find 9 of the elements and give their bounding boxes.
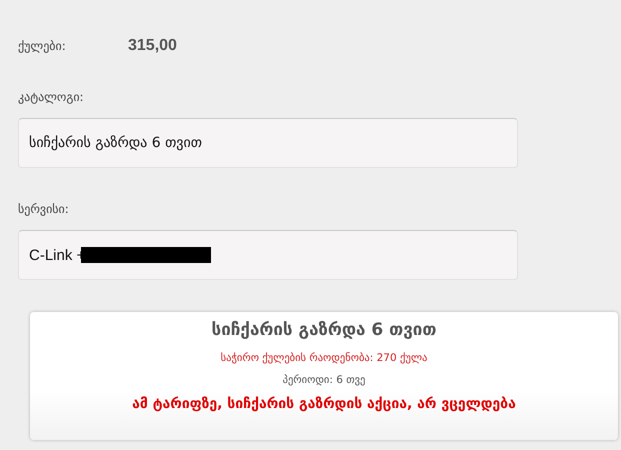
warning-text: ამ ტარიფზე, სიჩქარის გაზრდის აქცია, არ ვცელდება bbox=[132, 396, 516, 412]
catalog-field[interactable]: სიჩქარის გაზრდა 6 თვით bbox=[18, 118, 518, 168]
period-text: პერიოდი: 6 თვე bbox=[282, 374, 366, 386]
catalog-label: კატალოგი: bbox=[18, 90, 84, 104]
points-label: ქულები: bbox=[18, 39, 67, 53]
offer-title: სიჩქარის გაზრდა 6 თვით bbox=[212, 319, 436, 342]
required-points-text: საჭირო ქულების რაოდენობა: 270 ქულა bbox=[220, 352, 428, 364]
points-value: 315,00 bbox=[128, 37, 177, 55]
service-label: სერვისი: bbox=[18, 202, 69, 216]
